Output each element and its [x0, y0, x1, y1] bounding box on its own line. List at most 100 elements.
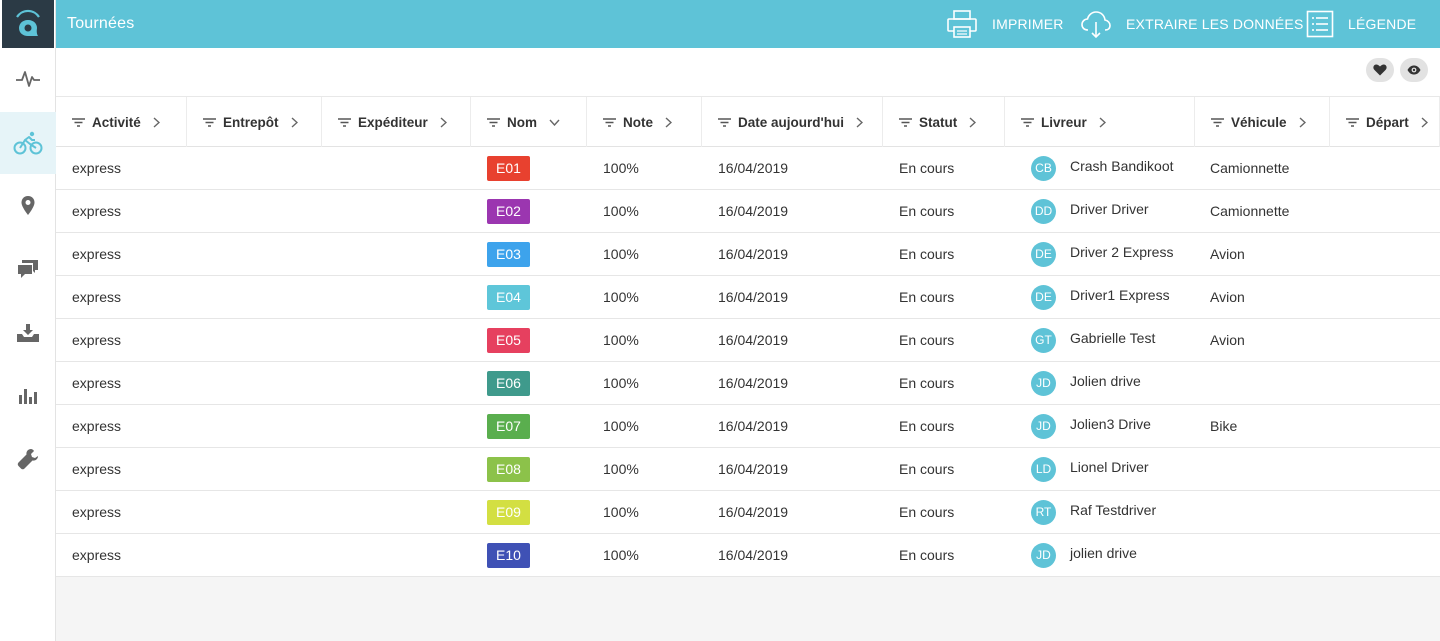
- filter-icon: [1211, 117, 1224, 127]
- cell-date: 16/04/2019: [718, 418, 789, 434]
- sidebar-item-tournees[interactable]: [0, 112, 56, 174]
- cell-entrepot: [203, 448, 322, 490]
- cell-livreur: DE Driver1 Express: [1031, 276, 1195, 318]
- driver-name: Jolien drive: [1070, 373, 1141, 389]
- table-row[interactable]: express E10 100% 16/04/2019 En cours JD jolien…: [56, 534, 1440, 577]
- column-header-activite[interactable]: Activité: [56, 97, 187, 147]
- visibility-button[interactable]: [1400, 58, 1428, 82]
- tour-badge[interactable]: E01: [487, 155, 530, 181]
- cell-livreur: DD Driver Driver: [1031, 190, 1195, 232]
- sidebar-item-settings[interactable]: [0, 428, 56, 490]
- cell-entrepot: [203, 190, 322, 232]
- cell-expediteur: [338, 448, 471, 490]
- print-button[interactable]: IMPRIMER: [946, 0, 1064, 48]
- sidebar-item-import[interactable]: [0, 302, 56, 364]
- cell-depart: [1346, 362, 1440, 404]
- table-row[interactable]: express E06 100% 16/04/2019 En cours JD Jolien…: [56, 362, 1440, 405]
- column-header-label: Expéditeur: [358, 114, 428, 130]
- table-row[interactable]: express E05 100% 16/04/2019 En cours GT Gabrie…: [56, 319, 1440, 362]
- table-row[interactable]: express E01 100% 16/04/2019 En cours CB Crash …: [56, 147, 1440, 190]
- app: Tournées IMPRIMER EXTRAIRE LES DONNÉES L…: [0, 0, 1440, 641]
- avatar: RT: [1031, 499, 1056, 525]
- activity-icon: [16, 71, 40, 87]
- cell-note: 100%: [603, 375, 639, 391]
- chat-icon: [18, 260, 38, 278]
- cell-entrepot: [203, 233, 322, 275]
- page-title: Tournées: [67, 15, 135, 32]
- avatar: DE: [1031, 241, 1056, 267]
- cell-note: 100%: [603, 547, 639, 563]
- column-header-note[interactable]: Note: [587, 97, 702, 147]
- column-header-vehicule[interactable]: Véhicule: [1195, 97, 1330, 147]
- cell-statut: En cours: [899, 461, 955, 477]
- cell-nom: E07: [487, 405, 587, 447]
- filter-icon: [603, 117, 616, 127]
- cell-note: 100%: [603, 461, 639, 477]
- cell-livreur: GT Gabrielle Test: [1031, 319, 1195, 361]
- tour-badge[interactable]: E03: [487, 241, 530, 267]
- tour-badge[interactable]: E09: [487, 499, 530, 525]
- bar-chart-icon: [19, 389, 37, 404]
- cell-statut: En cours: [899, 332, 955, 348]
- table-row[interactable]: express E09 100% 16/04/2019 En cours RT Raf Te…: [56, 491, 1440, 534]
- column-header-label: Livreur: [1041, 114, 1087, 130]
- chevron-right-icon: [1299, 116, 1306, 128]
- table-row[interactable]: express E04 100% 16/04/2019 En cours DE Driver…: [56, 276, 1440, 319]
- column-header-label: Statut: [919, 114, 958, 130]
- sidebar: [0, 0, 56, 641]
- sidebar-item-location[interactable]: [0, 175, 56, 237]
- sidebar-item-activity[interactable]: [0, 48, 56, 110]
- column-header-date[interactable]: Date aujourd'hui: [702, 97, 883, 147]
- column-header-depart[interactable]: Départ: [1330, 97, 1440, 147]
- column-header-livreur[interactable]: Livreur: [1005, 97, 1195, 147]
- sidebar-item-messages[interactable]: [0, 238, 56, 300]
- table-row[interactable]: express E03 100% 16/04/2019 En cours DE Driver…: [56, 233, 1440, 276]
- legend-button[interactable]: LÉGENDE: [1306, 0, 1416, 48]
- cell-note: 100%: [603, 332, 639, 348]
- cell-note: 100%: [603, 289, 639, 305]
- cell-nom: E09: [487, 491, 587, 533]
- chevron-right-icon: [440, 116, 447, 128]
- cell-vehicule: [1210, 491, 1330, 533]
- cell-activite: express: [72, 203, 122, 219]
- tour-badge[interactable]: E07: [487, 413, 530, 439]
- tour-badge[interactable]: E06: [487, 370, 530, 396]
- cell-activite: express: [72, 160, 122, 176]
- tour-badge[interactable]: E02: [487, 198, 530, 224]
- logo-icon: [16, 9, 40, 36]
- driver-name: Driver Driver: [1070, 201, 1149, 217]
- table-row[interactable]: express E02 100% 16/04/2019 En cours DD Driver…: [56, 190, 1440, 233]
- table-row[interactable]: express E08 100% 16/04/2019 En cours LD Lionel…: [56, 448, 1440, 491]
- table-row[interactable]: express E07 100% 16/04/2019 En cours JD Jolien…: [56, 405, 1440, 448]
- cell-date: 16/04/2019: [718, 160, 789, 176]
- tour-badge[interactable]: E05: [487, 327, 530, 353]
- table-header: Activité Entrepôt Expéditeur Nom Note Date au…: [56, 96, 1440, 147]
- cell-vehicule: Avion: [1210, 289, 1245, 305]
- driver-name: Lionel Driver: [1070, 459, 1149, 475]
- cloud-download-icon: [1081, 11, 1111, 39]
- cell-date: 16/04/2019: [718, 504, 789, 520]
- column-header-nom[interactable]: Nom: [471, 97, 587, 147]
- tour-badge[interactable]: E04: [487, 284, 530, 310]
- avatar: JD: [1031, 370, 1056, 396]
- sidebar-item-stats[interactable]: [0, 365, 56, 427]
- driver-name: Driver1 Express: [1070, 287, 1170, 303]
- cell-note: 100%: [603, 246, 639, 262]
- favorite-button[interactable]: [1366, 58, 1394, 82]
- column-header-expediteur[interactable]: Expéditeur: [322, 97, 471, 147]
- export-button[interactable]: EXTRAIRE LES DONNÉES: [1080, 0, 1304, 48]
- cell-note: 100%: [603, 203, 639, 219]
- app-logo[interactable]: [2, 0, 54, 48]
- cell-expediteur: [338, 190, 471, 232]
- cell-statut: En cours: [899, 547, 955, 563]
- export-label: EXTRAIRE LES DONNÉES: [1126, 16, 1304, 32]
- cell-date: 16/04/2019: [718, 332, 789, 348]
- cell-date: 16/04/2019: [718, 375, 789, 391]
- tour-badge[interactable]: E10: [487, 542, 530, 568]
- cell-expediteur: [338, 233, 471, 275]
- tour-badge[interactable]: E08: [487, 456, 530, 482]
- column-header-statut[interactable]: Statut: [883, 97, 1005, 147]
- column-header-entrepot[interactable]: Entrepôt: [187, 97, 322, 147]
- cell-depart: [1346, 405, 1440, 447]
- cell-activite: express: [72, 504, 122, 520]
